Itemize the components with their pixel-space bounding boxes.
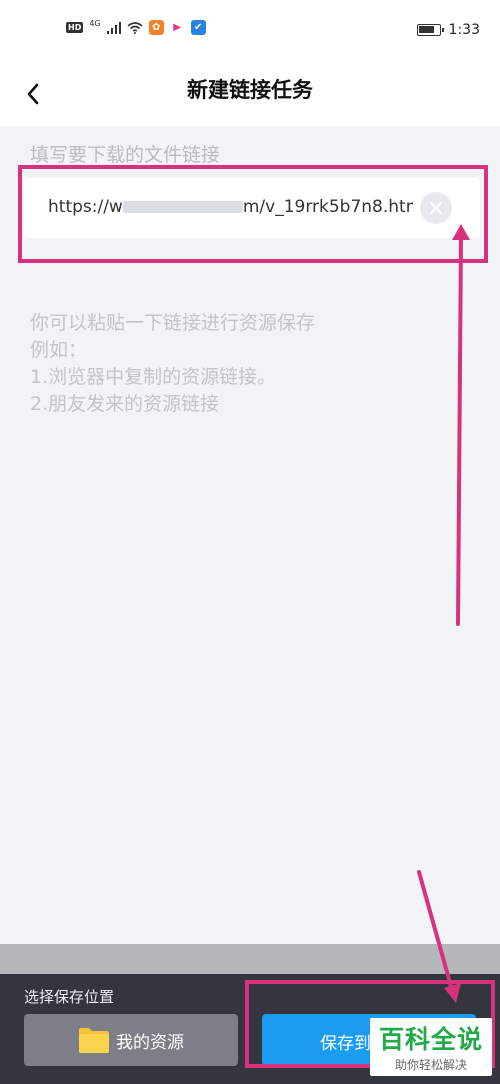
close-icon — [430, 202, 442, 214]
clock: 1:33 — [448, 22, 480, 38]
video-app-icon: ▶ — [169, 20, 185, 35]
status-left-icons: HD 4G ✿ ▶ ✔ — [66, 19, 206, 35]
tip-line: 你可以粘贴一下链接进行资源保存 — [30, 312, 316, 334]
my-resources-button[interactable]: 我的资源 — [24, 1014, 238, 1066]
network-type-badge: 4G — [89, 19, 101, 28]
url-field-label: 填写要下载的文件链接 — [30, 144, 221, 166]
status-bar: HD 4G ✿ ▶ ✔ 1:33 — [0, 0, 500, 62]
save-to-label: 保存到 — [320, 1034, 371, 1054]
battery-icon — [416, 24, 444, 36]
blurred-domain — [122, 201, 243, 213]
wifi-icon — [127, 21, 143, 34]
clear-button[interactable] — [420, 192, 452, 224]
watermark-title: 百科全说 — [378, 1025, 483, 1054]
folder-icon — [79, 1028, 109, 1053]
save-location-label: 选择保存位置 — [24, 988, 115, 1006]
url-suffix: m/v_19rrk5b7n8.html — [242, 197, 413, 217]
bottom-divider-band — [0, 944, 500, 974]
up-arrow-icon — [452, 224, 470, 626]
uc-browser-icon: ✿ — [148, 20, 164, 35]
signal-icon — [106, 21, 121, 34]
tip-line: 2.朋友发来的资源链接 — [30, 393, 220, 415]
header: 新建链接任务 — [0, 62, 500, 126]
status-right: 1:33 — [416, 22, 480, 38]
watermark-logo: 百科全说 助你轻松解决 — [370, 1018, 492, 1076]
url-input[interactable]: https://w m/v_19rrk5b7n8.html — [24, 178, 480, 238]
my-resources-label: 我的资源 — [116, 1032, 184, 1053]
url-value[interactable]: https://w m/v_19rrk5b7n8.html — [48, 197, 413, 217]
url-prefix: https://w — [48, 197, 123, 217]
page-title: 新建链接任务 — [187, 78, 313, 102]
bird-app-icon: ✔ — [190, 20, 206, 35]
hd-badge: HD — [66, 22, 84, 33]
tip-line: 1.浏览器中复制的资源链接。 — [30, 366, 277, 388]
tip-line: 例如： — [30, 339, 88, 361]
watermark-subtitle: 助你轻松解决 — [394, 1058, 467, 1072]
tips: 你可以粘贴一下链接进行资源保存 例如： 1.浏览器中复制的资源链接。 2.朋友发… — [30, 310, 315, 418]
